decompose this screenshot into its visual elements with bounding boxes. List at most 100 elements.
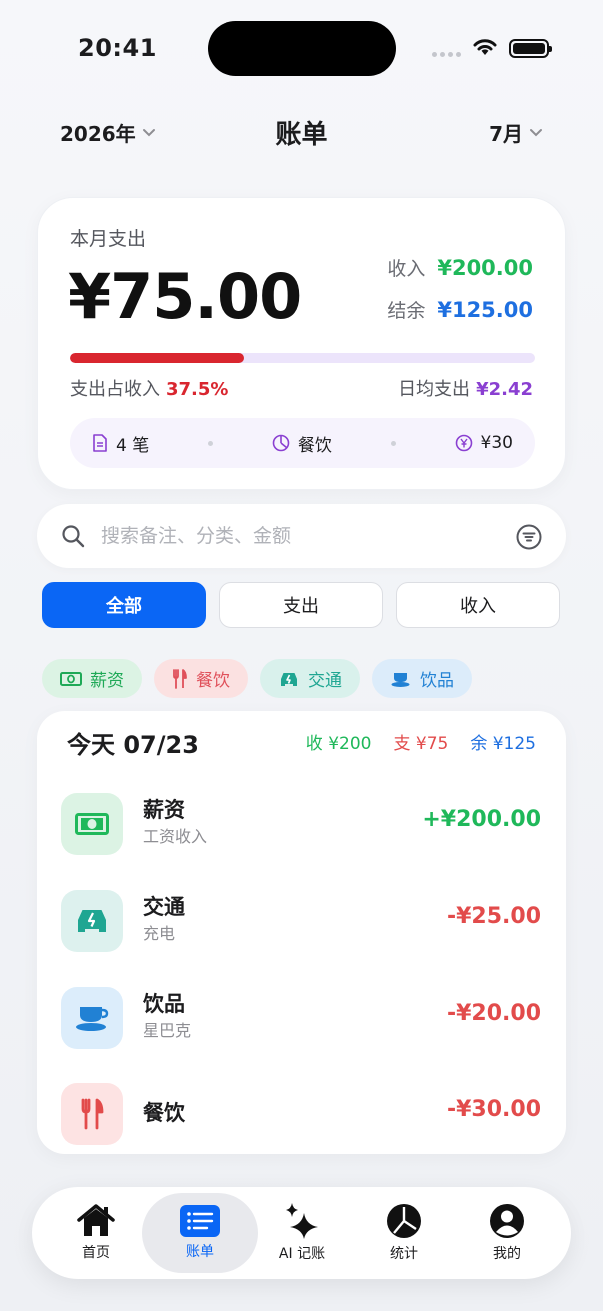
- stats-strip: 4 笔 餐饮 ¥30: [70, 418, 535, 468]
- fork-knife-icon: [173, 668, 187, 689]
- income-summary: 收入 ¥200.00: [387, 254, 533, 281]
- drinks-icon: [61, 987, 123, 1049]
- transaction-category: 饮品: [143, 992, 185, 1016]
- tab-home-label: 首页: [82, 1245, 110, 1261]
- tab-profile[interactable]: 我的: [449, 1193, 565, 1273]
- month-label: 7月: [489, 122, 523, 146]
- car-icon: [281, 672, 297, 686]
- sparkles-icon: [286, 1203, 318, 1239]
- dynamic-island: [208, 21, 396, 76]
- status-bar: 20:41: [0, 0, 603, 96]
- avg-label: 日均支出: [398, 379, 471, 400]
- day-expense: 支 ¥75: [393, 734, 449, 754]
- transaction-amount: -¥25.00: [446, 904, 541, 929]
- pie-chart-icon: [272, 434, 290, 452]
- signal-dots-icon: [432, 52, 461, 57]
- wifi-icon: [473, 39, 497, 55]
- transaction-note: 星巴克: [143, 1021, 192, 1040]
- salary-icon: [61, 793, 123, 855]
- status-time: 20:41: [78, 34, 157, 62]
- separator-dot: [390, 440, 396, 446]
- category-chips: 薪资 餐饮 交通 饮品: [42, 659, 472, 698]
- stat-count: 4 笔: [92, 431, 149, 456]
- day-header-title: 今天 07/23: [67, 731, 199, 759]
- transaction-row[interactable]: 薪资 工资收入 +¥200.00: [37, 785, 566, 865]
- day-income: 收 ¥200: [305, 734, 372, 754]
- tab-ai-label: AI 记账: [278, 1246, 326, 1262]
- transport-icon: [61, 890, 123, 952]
- chip-drinks[interactable]: 饮品: [372, 659, 472, 698]
- pie-chart-icon: [387, 1204, 421, 1238]
- expense-progress-bar: [70, 353, 535, 363]
- chip-dining-label: 餐饮: [196, 671, 230, 691]
- tab-home[interactable]: 首页: [38, 1193, 154, 1273]
- chip-transport-label: 交通: [308, 671, 342, 691]
- day-summary: 收 ¥200 支 ¥75 余 ¥125: [306, 729, 536, 754]
- tab-stats-label: 统计: [390, 1246, 418, 1262]
- filter-icon[interactable]: [516, 524, 542, 550]
- home-icon: [77, 1204, 115, 1236]
- tab-bills-label: 账单: [186, 1244, 214, 1260]
- balance-summary: 结余 ¥125.00: [387, 296, 533, 323]
- filter-income-button[interactable]: 收入: [396, 582, 560, 628]
- transaction-row[interactable]: 餐饮 -¥30.00: [37, 1075, 566, 1155]
- stat-top-amount: ¥30: [455, 433, 513, 453]
- search-bar: [37, 504, 566, 568]
- search-icon: [62, 525, 85, 548]
- expense-progress-fill: [70, 353, 245, 363]
- transaction-amount: -¥30.00: [446, 1097, 541, 1122]
- transaction-amount: -¥20.00: [446, 1001, 541, 1026]
- chip-dining[interactable]: 餐饮: [154, 659, 248, 698]
- chevron-down-icon: [530, 128, 542, 136]
- tab-ai[interactable]: AI 记账: [244, 1193, 360, 1273]
- tab-profile-label: 我的: [493, 1246, 521, 1262]
- banknote-icon: [60, 671, 82, 686]
- income-label: 收入: [387, 258, 426, 280]
- transaction-category: 餐饮: [143, 1101, 185, 1125]
- tab-bar: 首页 账单 AI 记账 统计 我的: [32, 1187, 571, 1279]
- tab-bills[interactable]: 账单: [142, 1193, 258, 1273]
- transaction-list: 今天 07/23 收 ¥200 支 ¥75 余 ¥125 薪资 工资收入 +¥2…: [37, 711, 566, 1154]
- stat-top-category-text: 餐饮: [297, 435, 332, 456]
- document-icon: [93, 434, 107, 452]
- transaction-note: 工资收入: [143, 827, 208, 846]
- chip-drinks-label: 饮品: [420, 671, 454, 691]
- list-icon: [180, 1205, 220, 1237]
- balance-value: ¥125.00: [437, 298, 533, 322]
- daily-average: 日均支出 ¥2.42: [398, 375, 533, 401]
- top-nav: 2026年 账单 7月: [0, 112, 603, 152]
- summary-card: 本月支出 ¥75.00 收入 ¥200.00 结余 ¥125.00 支出占收入 3…: [37, 197, 566, 490]
- transaction-amount: +¥200.00: [422, 807, 541, 832]
- chip-salary[interactable]: 薪资: [42, 659, 142, 698]
- filter-expense-button[interactable]: 支出: [219, 582, 383, 628]
- stat-count-text: 4 笔: [116, 435, 150, 456]
- person-circle-icon: [490, 1204, 524, 1238]
- dining-icon: [61, 1083, 123, 1145]
- summary-amount: ¥75.00: [68, 260, 302, 333]
- stat-top-amount-text: ¥30: [480, 433, 513, 453]
- tab-stats[interactable]: 统计: [346, 1193, 462, 1273]
- stat-top-category: 餐饮: [272, 431, 332, 456]
- transaction-row[interactable]: 饮品 星巴克 -¥20.00: [37, 979, 566, 1059]
- chip-salary-label: 薪资: [90, 671, 124, 691]
- balance-label: 结余: [387, 300, 426, 322]
- expense-ratio: 支出占收入 37.5%: [70, 375, 228, 401]
- ratio-label: 支出占收入: [70, 379, 160, 400]
- filter-all-button[interactable]: 全部: [42, 582, 206, 628]
- income-value: ¥200.00: [437, 256, 533, 280]
- ratio-value: 37.5%: [166, 379, 229, 400]
- yen-coin-icon: [455, 434, 472, 452]
- month-selector[interactable]: 7月: [489, 118, 543, 147]
- separator-dot: [208, 440, 214, 446]
- transaction-category: 交通: [143, 895, 185, 919]
- transaction-row[interactable]: 交通 充电 -¥25.00: [37, 882, 566, 962]
- chip-transport[interactable]: 交通: [260, 659, 360, 698]
- transaction-note: 充电: [143, 924, 176, 943]
- battery-icon: [509, 39, 552, 58]
- day-balance: 余 ¥125: [470, 734, 536, 754]
- summary-label: 本月支出: [70, 228, 147, 250]
- cup-icon: [391, 672, 410, 687]
- search-input[interactable]: [101, 516, 501, 556]
- transaction-category: 薪资: [143, 798, 185, 822]
- avg-value: ¥2.42: [476, 379, 533, 400]
